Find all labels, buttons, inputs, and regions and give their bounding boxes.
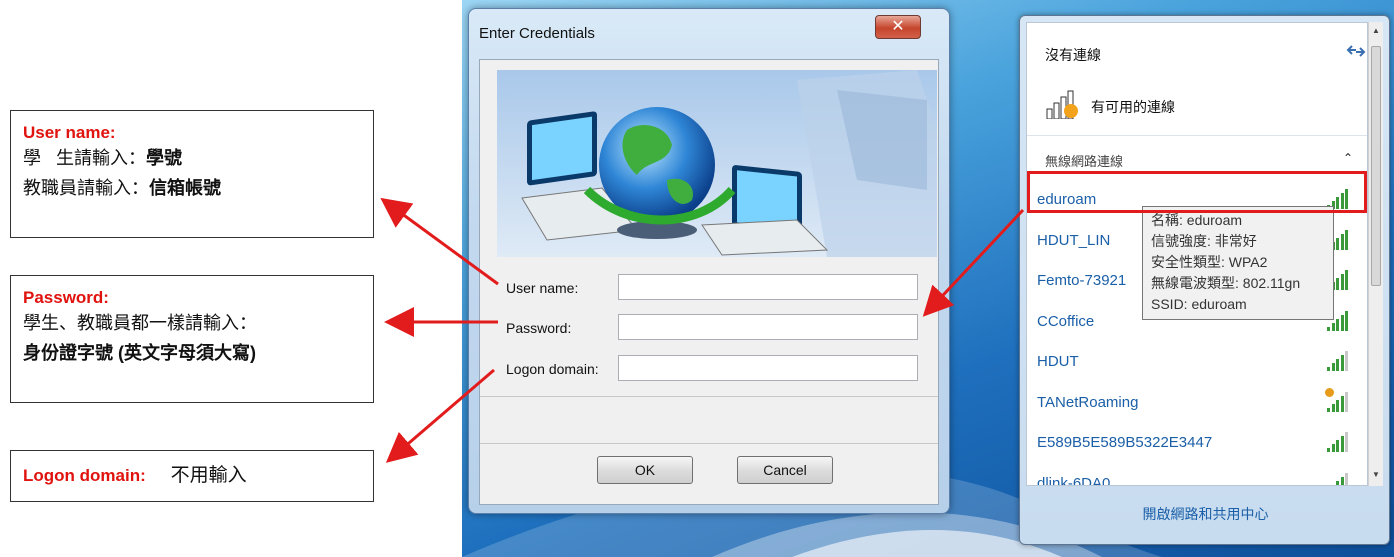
note-students-text: 生請輸入： — [56, 148, 147, 168]
logon-domain-label: Logon domain: — [506, 361, 599, 377]
password-label: Password: — [506, 320, 572, 336]
signal-strength-icon — [1327, 471, 1351, 485]
logon-domain-note-text: 不用輸入 — [170, 465, 247, 486]
tooltip-signal: 信號強度: 非常好 — [1151, 233, 1257, 249]
note-email-account: 信箱帳號 — [149, 178, 221, 198]
tooltip-ssid: SSID: eduroam — [1151, 296, 1247, 312]
dialog-separator — [480, 396, 938, 397]
network-item[interactable]: TANetRoaming — [1037, 394, 1138, 411]
logon-domain-note-title: Logon domain: — [23, 466, 146, 485]
network-item[interactable]: dlink-6DA0 — [1037, 475, 1110, 486]
collapse-chevron-icon[interactable]: ⌃ — [1343, 151, 1353, 165]
network-globe-banner — [497, 70, 937, 257]
network-item[interactable]: HDUT — [1037, 353, 1079, 370]
network-tooltip: 名稱: eduroam 信號強度: 非常好 安全性類型: WPA2 無線電波類型… — [1142, 206, 1334, 320]
note-staff-text: 教職員請輸入： — [23, 178, 149, 198]
ok-button[interactable]: OK — [597, 456, 693, 484]
scrollbar[interactable]: ▲ ▼ — [1368, 22, 1383, 486]
user-name-note: User name: 學 生請輸入：學號 教職員請輸入：信箱帳號 — [10, 110, 374, 238]
scroll-thumb[interactable] — [1371, 46, 1381, 286]
tooltip-radio: 無線電波類型: 802.11gn — [1151, 275, 1301, 291]
connection-status: 沒有連線 — [1045, 47, 1101, 63]
note-char: 學 — [23, 148, 41, 168]
network-item[interactable]: Femto-73921 — [1037, 272, 1126, 289]
user-name-input[interactable] — [618, 274, 918, 300]
panel-divider — [1027, 135, 1367, 136]
password-note-line2: 身份證字號 (英文字母須大寫) — [23, 343, 256, 363]
password-note-line1: 學生、教職員都一樣請輸入： — [23, 313, 257, 333]
logon-domain-note: Logon domain: 不用輸入 — [10, 450, 374, 502]
password-note-title: Password: — [23, 288, 109, 307]
scroll-up-icon[interactable]: ▲ — [1372, 26, 1380, 35]
user-name-label: User name: — [506, 280, 579, 296]
wireless-section-header: 無線網路連線 — [1045, 154, 1124, 169]
signal-strength-icon — [1325, 387, 1351, 412]
dialog-body: User name: Password: Logon domain: OK Ca… — [479, 59, 939, 505]
note-student-id: 學號 — [146, 148, 183, 168]
scroll-down-icon[interactable]: ▼ — [1372, 470, 1380, 479]
open-network-sharing-center-link[interactable]: 開啟網路和共用中心 — [1020, 504, 1391, 524]
network-item[interactable]: HDUT_LIN — [1037, 232, 1110, 249]
password-note: Password: 學生、教職員都一樣請輸入： 身份證字號 (英文字母須大寫) — [10, 275, 374, 403]
password-input[interactable] — [618, 314, 918, 340]
refresh-icon[interactable] — [1345, 43, 1367, 59]
network-item[interactable]: E589B5E589B5322E3447 — [1037, 434, 1212, 451]
available-connections-text: 有可用的連線 — [1091, 99, 1175, 115]
network-available-icon — [1046, 90, 1078, 119]
tooltip-name: 名稱: eduroam — [1151, 212, 1243, 228]
dialog-separator — [480, 443, 938, 444]
cancel-button[interactable]: Cancel — [737, 456, 833, 484]
eduroam-highlight — [1027, 171, 1367, 213]
credentials-dialog: Enter Credentials ✕ User name: Password: — [468, 8, 950, 514]
security-warning-icon — [1325, 387, 1334, 397]
user-name-note-title: User name: — [23, 123, 116, 142]
signal-strength-icon — [1327, 430, 1351, 452]
close-button[interactable]: ✕ — [875, 15, 921, 39]
signal-strength-icon — [1327, 349, 1351, 371]
dialog-title: Enter Credentials — [479, 25, 595, 42]
network-item[interactable]: CCoffice — [1037, 313, 1094, 330]
logon-domain-input[interactable] — [618, 355, 918, 381]
tooltip-security: 安全性類型: WPA2 — [1151, 254, 1268, 270]
